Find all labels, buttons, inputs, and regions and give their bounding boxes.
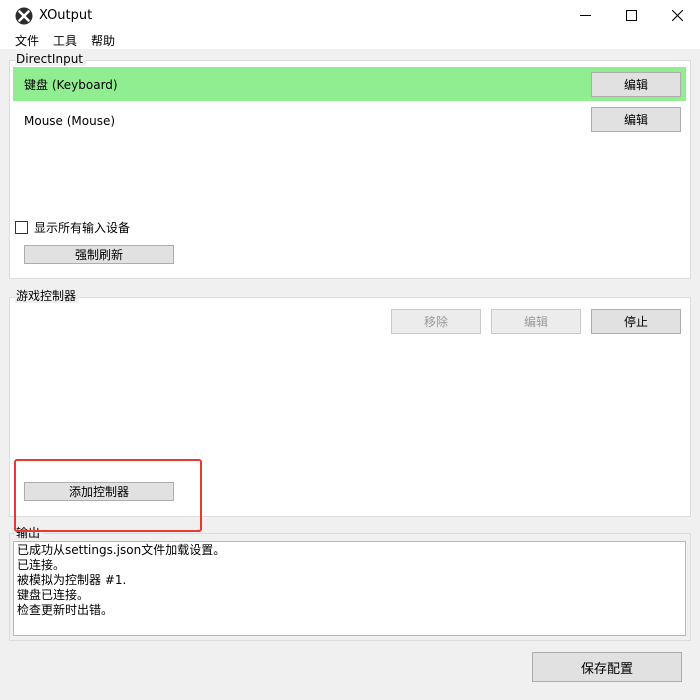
minimize-button[interactable]: [562, 0, 608, 31]
menu-file[interactable]: 文件: [14, 32, 40, 49]
annotation-highlight-box: [14, 459, 202, 532]
maximize-button[interactable]: [608, 0, 654, 31]
log-line: 检查更新时出错。: [17, 603, 114, 617]
close-icon: [671, 10, 683, 21]
directinput-group-label: DirectInput: [15, 52, 87, 66]
device-row-keyboard[interactable]: 键盘 (Keyboard): [13, 67, 686, 101]
menu-tools[interactable]: 工具: [52, 32, 78, 49]
window-controls: [562, 0, 700, 31]
log-line: 被模拟为控制器 #1.: [17, 573, 127, 587]
stop-controller-button[interactable]: 停止: [591, 309, 681, 334]
menu-bar: 文件 工具 帮助: [0, 31, 700, 49]
save-config-button[interactable]: 保存配置: [532, 652, 682, 682]
window-title: XOutput: [39, 8, 93, 23]
minimize-icon: [579, 15, 591, 16]
log-line: 已成功从settings.json文件加载设置。: [17, 543, 226, 557]
log-line: 键盘已连接。: [17, 588, 90, 602]
xoutput-logo-icon: [15, 7, 33, 25]
log-line: 已连接。: [17, 558, 66, 572]
output-log[interactable]: 已成功从settings.json文件加载设置。 已连接。 被模拟为控制器 #1…: [13, 541, 686, 636]
menu-help[interactable]: 帮助: [90, 32, 116, 49]
device-name: 键盘 (Keyboard): [24, 77, 118, 92]
app-window: XOutput 文件 工具 帮助 DirectInput 键盘 (Keyboar…: [0, 0, 700, 700]
edit-keyboard-button[interactable]: 编辑: [591, 72, 681, 97]
controllers-group-label: 游戏控制器: [15, 289, 80, 303]
close-button[interactable]: [654, 0, 700, 31]
device-name: Mouse (Mouse): [24, 114, 116, 128]
force-refresh-button[interactable]: 强制刷新: [24, 245, 174, 264]
edit-controller-button[interactable]: 编辑: [491, 309, 581, 334]
remove-controller-button[interactable]: 移除: [391, 309, 481, 334]
title-bar[interactable]: XOutput: [0, 0, 700, 31]
device-row-mouse[interactable]: Mouse (Mouse): [13, 104, 686, 138]
edit-mouse-button[interactable]: 编辑: [591, 107, 681, 132]
show-all-devices-label: 显示所有输入设备: [34, 221, 131, 235]
show-all-devices-toggle[interactable]: 显示所有输入设备: [15, 219, 130, 236]
maximize-icon: [625, 10, 637, 21]
show-all-devices-checkbox[interactable]: [15, 221, 28, 234]
